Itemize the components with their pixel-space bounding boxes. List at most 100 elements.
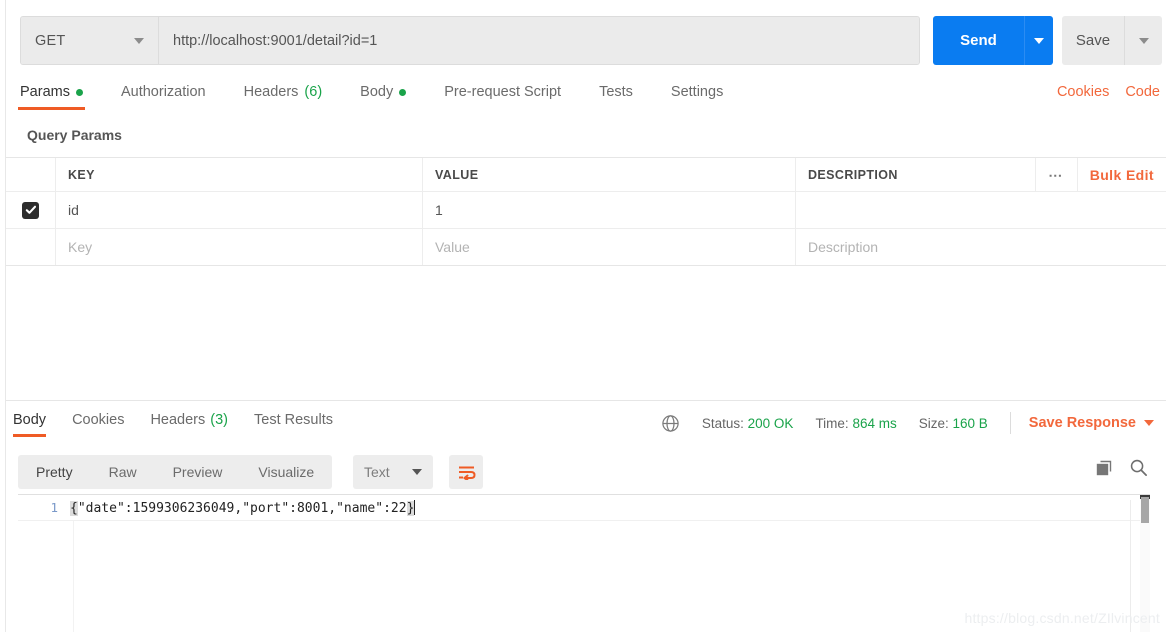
chevron-down-icon — [134, 37, 144, 44]
copy-button[interactable] — [1095, 459, 1113, 477]
response-meta: Status: 200 OK Time: 864 ms Size: 160 B … — [661, 412, 1154, 434]
param-key-input[interactable]: id — [56, 192, 423, 228]
tab-params-label: Params — [20, 84, 70, 100]
response-tab-headers-label: Headers — [150, 412, 206, 428]
status-label: Status: — [701, 415, 744, 431]
response-tab-test-results-label: Test Results — [254, 412, 333, 428]
header-cell-checkbox — [6, 158, 56, 191]
watermark: https://blog.csdn.net/ZIlvincent — [964, 610, 1160, 626]
editor-line: 1 {"date":1599306236049,"port":8001,"nam… — [18, 495, 1150, 521]
response-body-code[interactable]: {"date":1599306236049,"port":8001,"name"… — [70, 499, 416, 516]
globe-icon[interactable] — [661, 414, 680, 433]
chevron-down-icon — [1144, 420, 1154, 426]
tab-settings[interactable]: Settings — [671, 84, 723, 110]
response-tab-headers-count: (3) — [210, 412, 228, 428]
bulk-edit-button[interactable]: Bulk Edit — [1076, 158, 1158, 191]
query-params-table: KEY VALUE DESCRIPTION ⋯ Bulk Edit id 1 K… — [6, 157, 1166, 266]
size-meta: Size: 160 B — [919, 416, 988, 431]
tab-authorization-label: Authorization — [120, 84, 206, 100]
code-link[interactable]: Code — [1125, 84, 1160, 100]
tab-body[interactable]: Body — [360, 84, 407, 110]
new-param-description-input[interactable]: Description — [796, 229, 1166, 265]
tab-params[interactable]: Params — [18, 84, 85, 110]
response-body-actions — [1095, 458, 1148, 477]
body-content: "date":1599306236049,"port":8001,"name":… — [77, 500, 407, 516]
status-value: 200 OK — [747, 415, 794, 431]
tab-body-label: Body — [360, 84, 394, 100]
send-options-button[interactable] — [1024, 16, 1053, 65]
size-value: 160 B — [952, 415, 988, 431]
table-header-tools: ⋯ Bulk Edit — [1034, 158, 1158, 191]
url-input[interactable]: http://localhost:9001/detail?id=1 — [159, 17, 919, 64]
header-description-label: DESCRIPTION — [808, 167, 898, 182]
response-type-select[interactable]: Text — [353, 455, 433, 489]
table-header-row: KEY VALUE DESCRIPTION ⋯ Bulk Edit — [6, 158, 1166, 191]
request-links: Cookies Code — [1057, 84, 1160, 100]
editor-scrollbar-thumb[interactable] — [1141, 497, 1149, 523]
tab-pre-request-script-label: Pre-request Script — [444, 84, 562, 100]
response-format-tabs: Pretty Raw Preview Visualize — [18, 455, 333, 489]
word-wrap-icon — [458, 466, 476, 480]
send-button-group: Send — [933, 16, 1053, 65]
copy-icon — [1096, 460, 1112, 475]
left-rail — [0, 0, 6, 632]
query-params-title: Query Params — [27, 127, 122, 143]
word-wrap-button[interactable] — [449, 455, 483, 489]
response-tab-cookies[interactable]: Cookies — [72, 412, 124, 437]
format-visualize[interactable]: Visualize — [240, 455, 332, 489]
http-method-select[interactable]: GET — [21, 17, 159, 64]
tab-headers-label: Headers — [243, 84, 299, 100]
postman-window: GET http://localhost:9001/detail?id=1 Se… — [0, 0, 1166, 632]
new-row-checkbox-cell — [6, 229, 56, 265]
tab-headers[interactable]: Headers (6) — [244, 84, 323, 110]
param-description-input[interactable] — [796, 192, 1166, 228]
more-options-icon[interactable]: ⋯ — [1034, 158, 1077, 191]
param-value-input[interactable]: 1 — [423, 192, 796, 228]
response-tab-test-results[interactable]: Test Results — [254, 412, 333, 437]
format-pretty[interactable]: Pretty — [18, 455, 91, 489]
chevron-down-icon — [412, 469, 422, 475]
pane-splitter[interactable] — [6, 400, 1166, 401]
table-row-new: Key Value Description — [6, 228, 1166, 265]
tab-settings-label: Settings — [670, 84, 724, 100]
time-meta: Time: 864 ms — [815, 416, 896, 431]
response-tab-cookies-label: Cookies — [72, 412, 125, 428]
time-value: 864 ms — [852, 415, 897, 431]
save-options-button[interactable] — [1124, 16, 1162, 65]
cookies-link[interactable]: Cookies — [1057, 84, 1109, 100]
open-brace: { — [70, 500, 78, 516]
response-tab-headers[interactable]: Headers (3) — [150, 412, 228, 437]
status-meta: Status: 200 OK — [702, 416, 794, 431]
request-tabs: Params Authorization Headers (6) Body Pr… — [18, 84, 761, 114]
tab-tests-label: Tests — [599, 84, 633, 100]
response-tabs: Body Cookies Headers (3) Test Results — [13, 412, 359, 437]
response-tab-body[interactable]: Body — [13, 412, 47, 437]
meta-divider — [1009, 412, 1011, 434]
send-button[interactable]: Send — [933, 16, 1024, 65]
tab-headers-count: (6) — [304, 84, 323, 100]
new-param-value-input[interactable]: Value — [423, 229, 796, 265]
response-tab-body-label: Body — [13, 412, 47, 428]
format-raw[interactable]: Raw — [91, 455, 155, 489]
editor-gutter-divider — [73, 521, 74, 632]
text-caret — [414, 499, 416, 515]
http-method-label: GET — [35, 32, 66, 49]
save-response-label: Save Response — [1028, 415, 1136, 431]
save-response-button[interactable]: Save Response — [1029, 415, 1154, 431]
chevron-down-icon — [1138, 37, 1149, 44]
chevron-down-icon — [1034, 37, 1044, 44]
row-checkbox-cell — [6, 192, 56, 228]
header-cell-key: KEY — [56, 158, 423, 191]
table-row: id 1 — [6, 191, 1166, 228]
param-enabled-checkbox[interactable] — [22, 201, 39, 219]
new-param-key-input[interactable]: Key — [56, 229, 423, 265]
header-cell-description: DESCRIPTION ⋯ Bulk Edit — [796, 158, 1166, 191]
format-preview[interactable]: Preview — [155, 455, 241, 489]
tab-tests[interactable]: Tests — [599, 84, 633, 110]
search-button[interactable] — [1129, 458, 1148, 477]
tab-pre-request-script[interactable]: Pre-request Script — [444, 84, 561, 110]
time-label: Time: — [815, 415, 849, 431]
tab-authorization[interactable]: Authorization — [121, 84, 206, 110]
close-brace: } — [406, 500, 415, 516]
save-button[interactable]: Save — [1062, 16, 1124, 65]
